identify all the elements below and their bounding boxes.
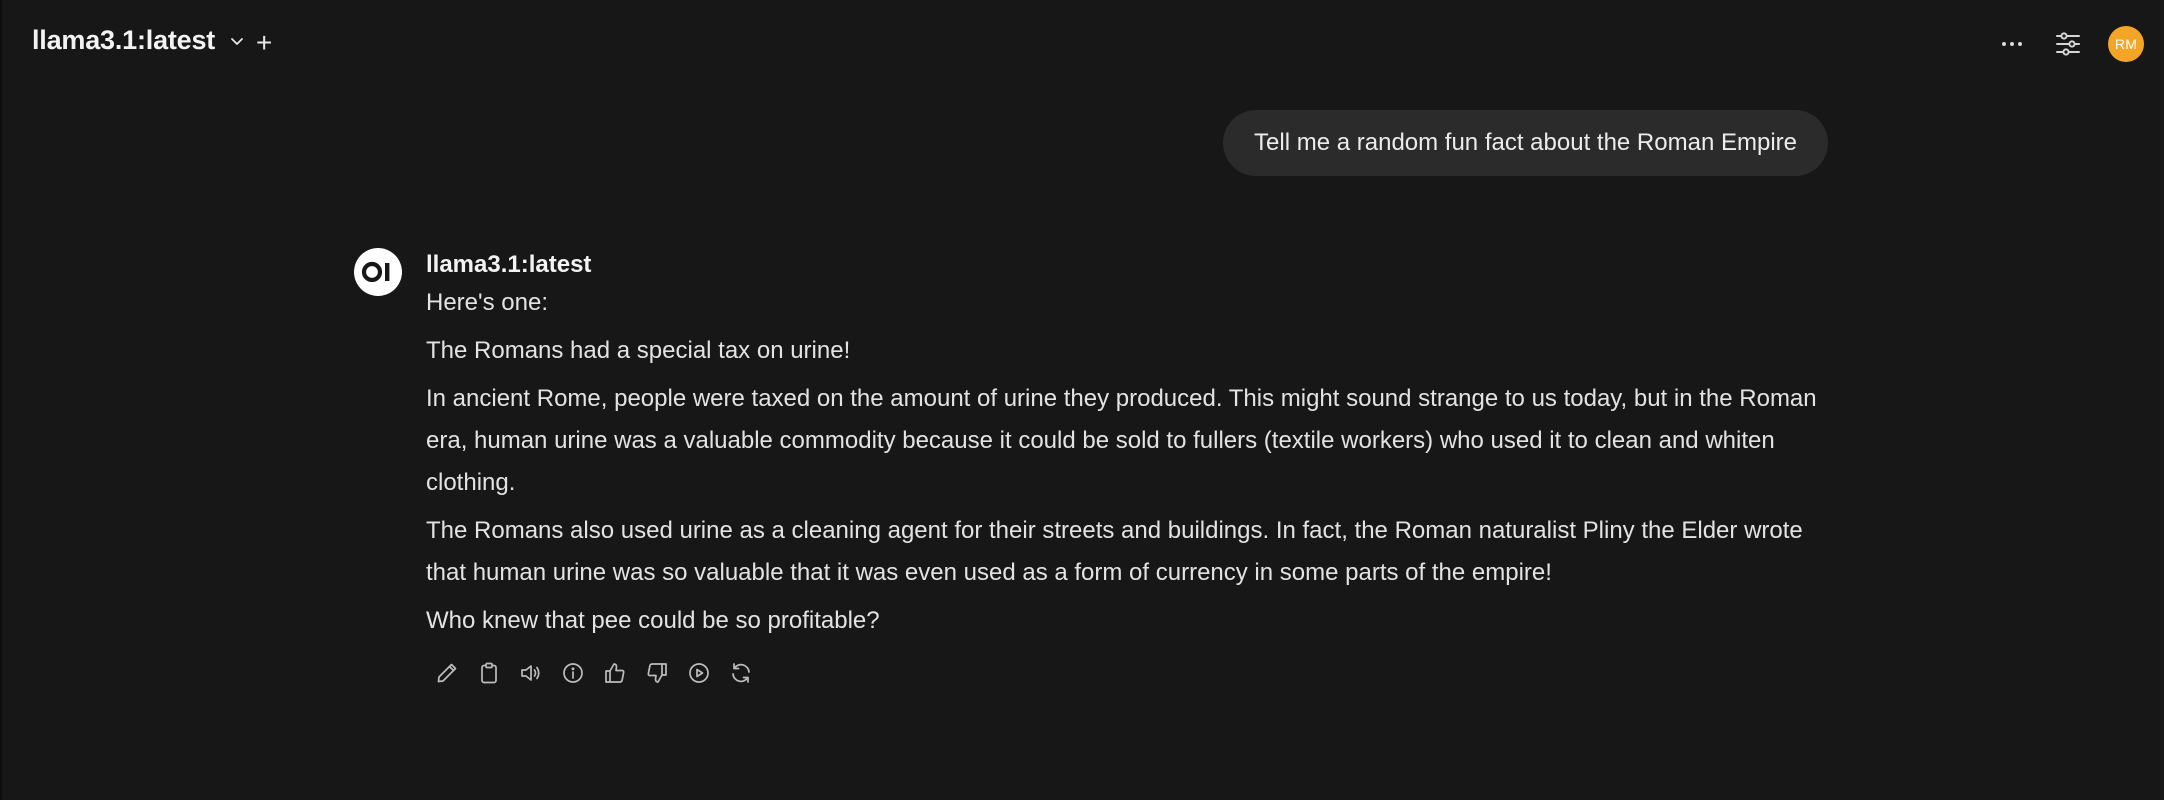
message-paragraph: The Romans also used urine as a cleaning… [426, 517, 1803, 586]
message-paragraph: The Romans had a special tax on urine! [426, 337, 851, 364]
assistant-content: llama3.1:latest Here's one: The Romans h… [426, 248, 1826, 690]
more-options-icon[interactable] [1994, 26, 2030, 62]
info-icon[interactable] [556, 656, 590, 690]
add-model-button[interactable]: + [256, 26, 272, 60]
chat-window: llama3.1:latest + RM Tell me a random fu… [0, 0, 2164, 800]
header-actions: RM [1994, 26, 2144, 62]
regenerate-icon[interactable] [724, 656, 758, 690]
chat-controls-icon[interactable] [2050, 26, 2086, 62]
message-paragraph: Here's one: [426, 289, 548, 316]
edit-icon[interactable] [430, 656, 464, 690]
user-avatar[interactable]: RM [2108, 26, 2144, 62]
assistant-logo-icon [354, 248, 402, 296]
copy-icon[interactable] [472, 656, 506, 690]
model-selector[interactable]: llama3.1:latest [32, 25, 247, 56]
model-name: llama3.1:latest [32, 25, 216, 55]
thumbs-down-icon[interactable] [640, 656, 674, 690]
assistant-message: llama3.1:latest Here's one: The Romans h… [354, 248, 1834, 690]
chevron-down-icon [227, 31, 247, 51]
user-message-bubble: Tell me a random fun fact about the Roma… [1223, 110, 1828, 176]
top-bar: llama3.1:latest + RM [2, 0, 2164, 88]
message-paragraph: Who knew that pee could be so profitable… [426, 607, 880, 634]
continue-icon[interactable] [682, 656, 716, 690]
read-aloud-icon[interactable] [514, 656, 548, 690]
thumbs-up-icon[interactable] [598, 656, 632, 690]
assistant-name: llama3.1:latest [426, 251, 592, 278]
message-actions [430, 656, 1826, 690]
message-paragraph: In ancient Rome, people were taxed on th… [426, 385, 1817, 496]
